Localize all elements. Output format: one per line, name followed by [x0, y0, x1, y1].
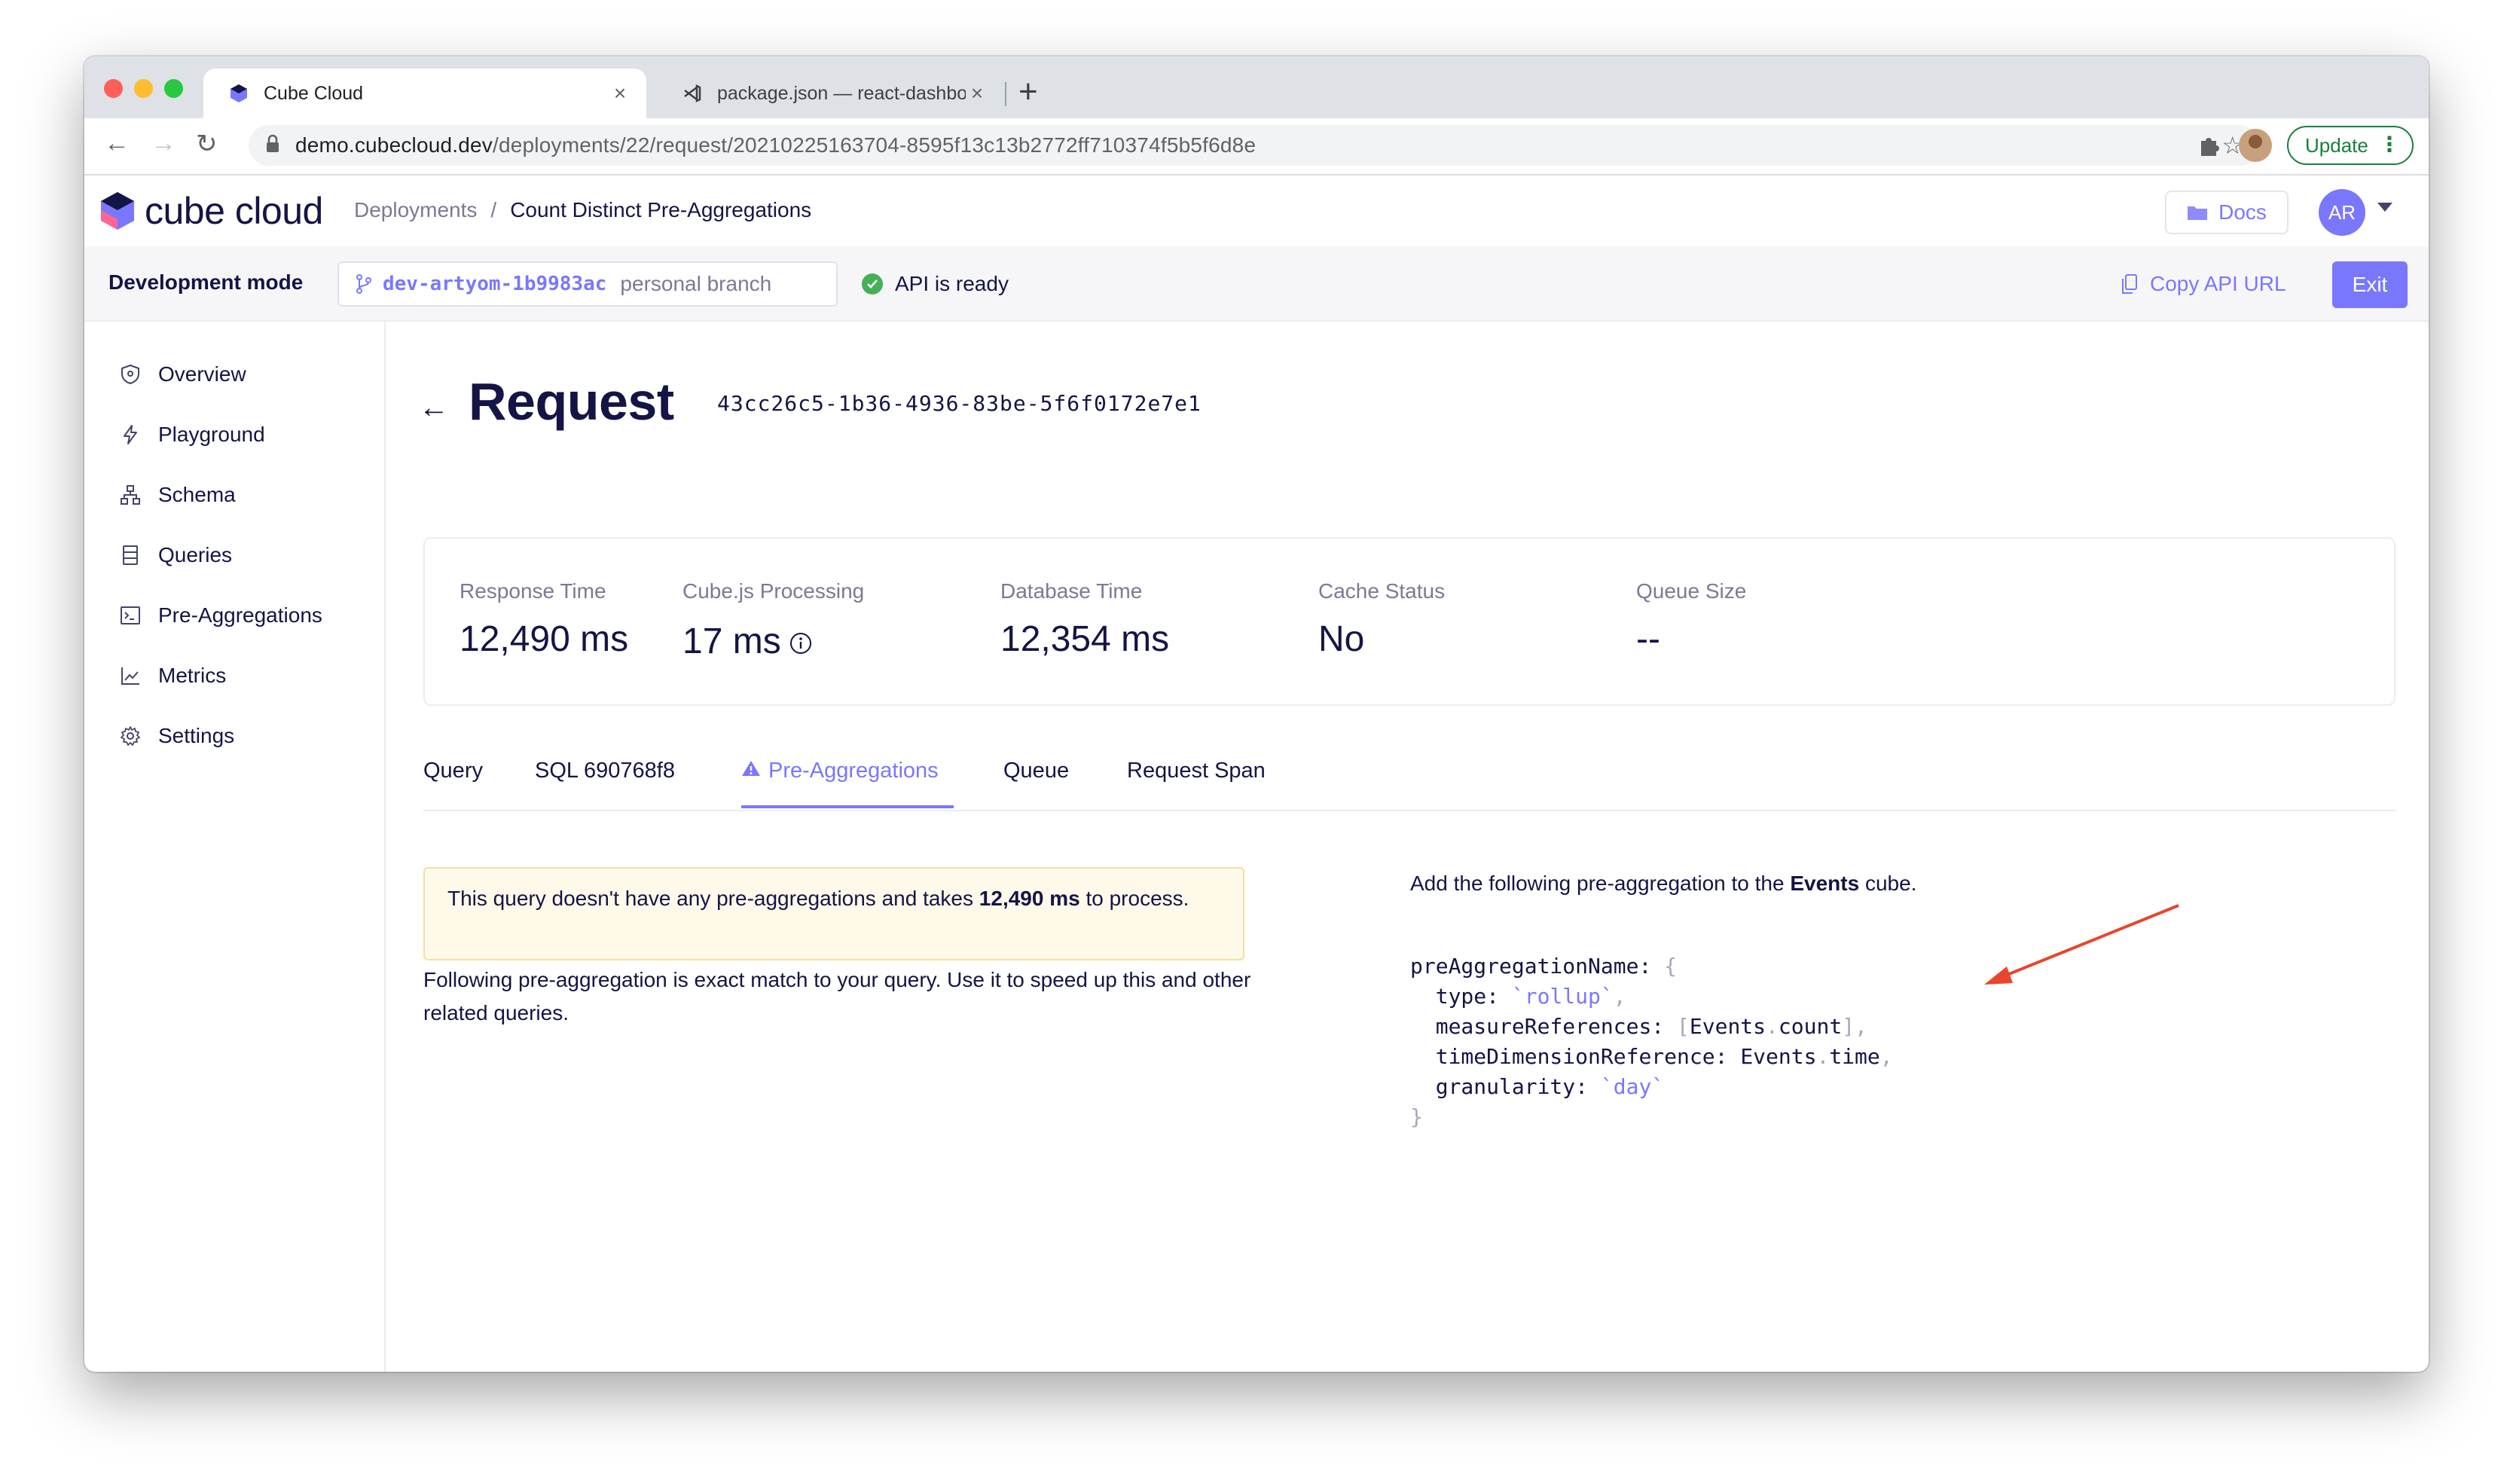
sidebar-item-playground[interactable]: Playground — [119, 423, 265, 447]
tab-separator — [1005, 82, 1006, 106]
profile-avatar[interactable] — [2239, 129, 2272, 162]
branch-type: personal branch — [620, 272, 772, 295]
minimize-window-button[interactable] — [134, 79, 153, 98]
sidebar-item-label: Metrics — [158, 664, 227, 687]
terminal-icon — [121, 606, 140, 624]
update-button[interactable]: Update ⋮ — [2287, 126, 2414, 165]
sidebar-item-queries[interactable]: Queries — [119, 543, 232, 567]
development-mode-bar: Development mode dev-artyom-1b9983ac per… — [84, 246, 2429, 322]
url-field[interactable]: demo.cubecloud.dev/deployments/22/reques… — [249, 125, 2260, 166]
close-tab-icon[interactable]: × — [609, 81, 631, 105]
folder-icon — [2188, 206, 2208, 220]
sidebar-item-settings[interactable]: Settings — [119, 724, 234, 748]
url-text: demo.cubecloud.dev/deployments/22/reques… — [295, 133, 1256, 157]
address-bar: ← → ↻ demo.cubecloud.dev/deployments/22/… — [84, 118, 2429, 176]
api-status-text: API is ready — [895, 272, 1009, 295]
git-branch-icon — [356, 274, 371, 294]
annotation-arrow — [1984, 904, 2179, 985]
sidebar-item-label: Overview — [158, 362, 246, 386]
chart-icon — [121, 667, 139, 685]
check-circle-icon — [862, 273, 883, 295]
browser-tab-package-json[interactable]: package.json — react-dashboard × — [657, 69, 1003, 118]
sidebar-item-label: Queries — [158, 543, 233, 566]
maximize-window-button[interactable] — [164, 79, 183, 98]
sidebar-item-label: Pre-Aggregations — [158, 603, 322, 627]
list-icon — [123, 545, 138, 565]
breadcrumb: Deployments / Count Distinct Pre-Aggregati… — [354, 198, 811, 222]
extensions-icon[interactable] — [2197, 132, 2222, 161]
main-content: ← Request 43cc26c5-1b36-4936-83be-5f6f01… — [386, 322, 2429, 1372]
gear-icon — [121, 726, 140, 746]
branch-name: dev-artyom-1b9983ac — [383, 273, 607, 295]
breadcrumb-current: Count Distinct Pre-Aggregations — [510, 198, 812, 221]
copy-api-url-label: Copy API URL — [2150, 272, 2286, 295]
exit-button[interactable]: Exit — [2332, 261, 2408, 308]
branch-selector[interactable]: dev-artyom-1b9983ac personal branch — [337, 261, 838, 307]
api-status: API is ready — [862, 272, 1009, 296]
new-tab-button[interactable]: + — [1018, 73, 1038, 111]
cube-favicon-icon — [227, 82, 250, 105]
logo-wordmark: cube cloud — [145, 190, 323, 232]
forward-icon[interactable]: → — [151, 129, 176, 158]
tab-title: package.json — react-dashboard — [717, 82, 966, 104]
sidebar-item-overview[interactable]: Overview — [119, 362, 246, 386]
shield-icon — [121, 364, 139, 385]
close-tab-icon[interactable]: × — [966, 81, 988, 105]
menu-dots-icon: ⋮ — [2379, 133, 2400, 156]
lock-icon — [265, 134, 280, 157]
sidebar-item-label: Schema — [158, 483, 236, 506]
sidebar-item-metrics[interactable]: Metrics — [119, 664, 226, 688]
browser-tab-cube-cloud[interactable]: Cube Cloud × — [203, 69, 646, 118]
breadcrumb-separator: / — [490, 198, 497, 221]
sidebar-item-pre-aggregations[interactable]: Pre-Aggregations — [119, 603, 322, 627]
copy-icon — [2122, 274, 2137, 294]
browser-tab-strip: Cube Cloud × package.json — react-dashbo… — [84, 56, 2429, 118]
vscode-favicon-icon — [681, 82, 704, 105]
chevron-down-icon[interactable] — [2377, 203, 2392, 212]
dev-mode-title: Development mode — [108, 270, 304, 294]
lightning-icon — [124, 425, 137, 444]
docs-button[interactable]: Docs — [2165, 191, 2289, 234]
app-header: cube cloud Deployments / Count Distinct Pr… — [84, 176, 2429, 248]
sidebar-item-label: Settings — [158, 724, 235, 747]
url-host: demo.cubecloud.dev — [295, 133, 493, 157]
schema-icon — [121, 485, 140, 505]
cube-logo-icon — [101, 192, 134, 230]
back-icon[interactable]: ← — [104, 129, 130, 158]
tab-title: Cube Cloud — [264, 82, 364, 104]
close-window-button[interactable] — [104, 79, 123, 98]
breadcrumb-deployments[interactable]: Deployments — [354, 198, 477, 221]
sidebar-item-label: Playground — [158, 423, 265, 446]
browser-window: Cube Cloud × package.json — react-dashbo… — [84, 56, 2429, 1372]
update-label: Update — [2305, 133, 2368, 157]
copy-api-url-button[interactable]: Copy API URL — [2121, 272, 2286, 296]
user-avatar[interactable]: AR — [2319, 189, 2365, 236]
sidebar: Overview Playground Schema Queries Pre-A… — [84, 322, 386, 1372]
docs-label: Docs — [2218, 200, 2267, 224]
reload-icon[interactable]: ↻ — [196, 129, 218, 159]
url-path: /deployments/22/request/20210225163704-8… — [493, 133, 1256, 157]
cube-cloud-logo[interactable]: cube cloud — [99, 189, 323, 233]
sidebar-item-schema[interactable]: Schema — [119, 483, 236, 507]
